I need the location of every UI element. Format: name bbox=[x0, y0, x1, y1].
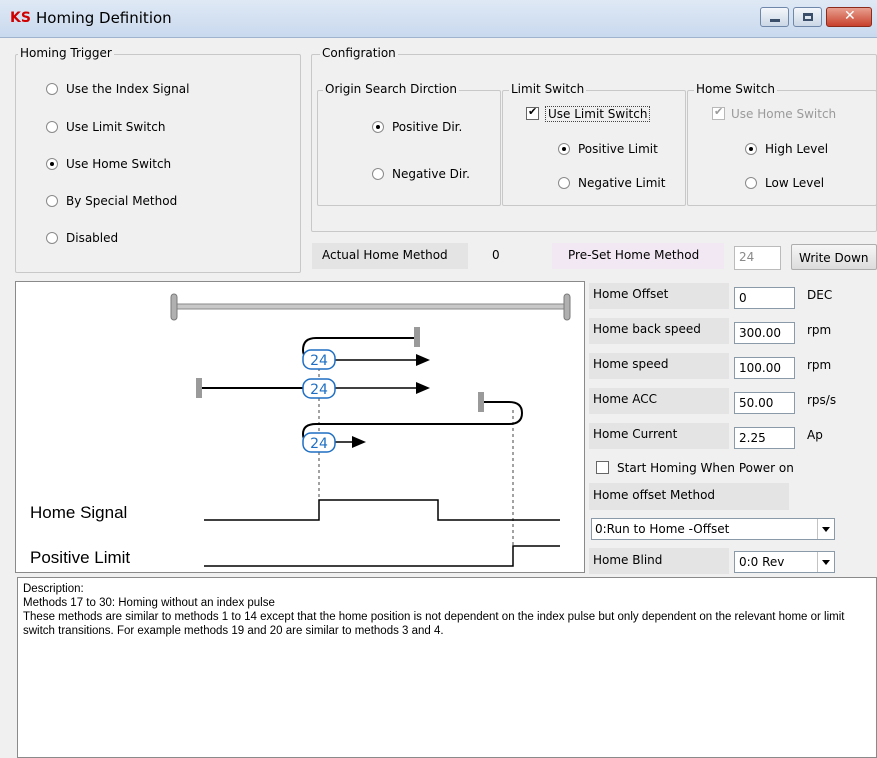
home-speed-input[interactable]: 100.00 bbox=[734, 357, 795, 379]
home-offset-label: Home Offset bbox=[589, 283, 729, 309]
home-back-speed-label: Home back speed bbox=[589, 318, 729, 344]
description-box[interactable]: Description: Methods 17 to 30: Homing wi… bbox=[17, 577, 877, 758]
home-offset-method-label: Home offset Method bbox=[589, 483, 789, 510]
home-blind-select[interactable]: 0:0 Rev bbox=[734, 551, 835, 573]
home-back-speed-unit: rpm bbox=[807, 323, 832, 337]
home-acc-label: Home ACC bbox=[589, 388, 729, 414]
radio-index[interactable] bbox=[46, 83, 58, 95]
home-current-unit: Ap bbox=[807, 428, 823, 442]
home-back-speed-input[interactable]: 300.00 bbox=[734, 322, 795, 344]
homing-diagram-panel: 24 24 24 Home Signal Positive Limit bbox=[15, 281, 585, 573]
actual-home-method-label: Actual Home Method bbox=[312, 243, 468, 269]
home-speed-label: Home speed bbox=[589, 353, 729, 379]
home-offset-input[interactable]: 0 bbox=[734, 287, 795, 309]
path-2-arrow bbox=[416, 382, 430, 394]
high-level-option[interactable]: High Level bbox=[745, 142, 828, 156]
positive-limit-label: Positive Limit bbox=[30, 548, 130, 567]
trigger-option-special[interactable]: By Special Method bbox=[46, 194, 177, 208]
minimize-button[interactable] bbox=[760, 7, 789, 27]
method-badge-1-text: 24 bbox=[310, 353, 328, 369]
path-3-back bbox=[301, 401, 524, 445]
trigger-option-disabled[interactable]: Disabled bbox=[46, 231, 118, 245]
trigger-option-limit-switch[interactable]: Use Limit Switch bbox=[46, 120, 165, 134]
right-end-stop bbox=[563, 293, 571, 321]
radio-low-level[interactable] bbox=[745, 177, 757, 189]
home-offset-method-select[interactable]: 0:Run to Home -Offset bbox=[591, 518, 835, 540]
chevron-down-icon[interactable] bbox=[817, 552, 834, 572]
radio-disabled[interactable] bbox=[46, 232, 58, 244]
home-blind-label: Home Blind bbox=[589, 548, 729, 574]
homing-trigger-label: Homing Trigger bbox=[18, 46, 114, 60]
positive-limit-waveform bbox=[204, 545, 560, 567]
home-switch-label: Home Switch bbox=[694, 82, 777, 96]
home-signal-label: Home Signal bbox=[30, 503, 127, 522]
positive-limit-option[interactable]: Positive Limit bbox=[558, 142, 658, 156]
method-badge-3-text: 24 bbox=[310, 436, 328, 452]
use-home-switch-checkbox bbox=[712, 105, 725, 120]
actual-home-method-value: 0 bbox=[492, 248, 500, 262]
home-acc-unit: rps/s bbox=[807, 393, 837, 407]
description-subtitle: Methods 17 to 30: Homing without an inde… bbox=[23, 597, 275, 609]
trigger-option-index[interactable]: Use the Index Signal bbox=[46, 82, 189, 96]
start-on-power-option[interactable]: Start Homing When Power on bbox=[596, 461, 794, 475]
home-current-input[interactable]: 2.25 bbox=[734, 427, 795, 449]
radio-negative-limit[interactable] bbox=[558, 177, 570, 189]
home-signal-waveform bbox=[204, 499, 560, 521]
path-3-stop bbox=[478, 392, 484, 412]
origin-search-group bbox=[317, 90, 501, 206]
home-speed-unit: rpm bbox=[807, 358, 832, 372]
homing-diagram: 24 24 24 Home Signal Positive Limit bbox=[30, 293, 571, 567]
travel-range-bar bbox=[175, 303, 569, 310]
write-down-button[interactable]: Write Down bbox=[791, 244, 877, 270]
path-1-stop bbox=[414, 327, 420, 347]
path-2-stop bbox=[196, 378, 202, 398]
preset-home-method-label: Pre-Set Home Method bbox=[552, 243, 724, 269]
limit-switch-label: Limit Switch bbox=[509, 82, 587, 96]
negative-dir-option[interactable]: Negative Dir. bbox=[372, 167, 470, 181]
title-bar[interactable]: KS Homing Definition ✕ bbox=[0, 0, 877, 38]
start-on-power-checkbox[interactable] bbox=[596, 461, 609, 474]
configuration-label: Configration bbox=[320, 46, 398, 60]
origin-search-label: Origin Search Dirction bbox=[323, 82, 459, 96]
close-button[interactable]: ✕ bbox=[826, 7, 872, 27]
radio-limit-switch[interactable] bbox=[46, 121, 58, 133]
path-1-arrow bbox=[416, 354, 430, 366]
low-level-option[interactable]: Low Level bbox=[745, 176, 824, 190]
use-limit-switch-checkbox[interactable] bbox=[526, 105, 539, 120]
use-limit-switch-option[interactable]: Use Limit Switch bbox=[526, 105, 651, 122]
description-heading: Description: bbox=[23, 583, 84, 595]
radio-high-level[interactable] bbox=[745, 143, 757, 155]
maximize-button[interactable] bbox=[793, 7, 822, 27]
use-home-switch-option: Use Home Switch bbox=[712, 105, 836, 121]
window-title: Homing Definition bbox=[36, 9, 172, 27]
description-text: These methods are similar to methods 1 t… bbox=[23, 611, 848, 637]
minimize-icon bbox=[770, 19, 780, 22]
maximize-icon bbox=[803, 13, 813, 21]
radio-special[interactable] bbox=[46, 195, 58, 207]
radio-negative-dir[interactable] bbox=[372, 168, 384, 180]
home-current-label: Home Current bbox=[589, 423, 729, 449]
path-3-arrow bbox=[352, 436, 366, 448]
radio-positive-limit[interactable] bbox=[558, 143, 570, 155]
home-acc-input[interactable]: 50.00 bbox=[734, 392, 795, 414]
radio-positive-dir[interactable] bbox=[372, 121, 384, 133]
home-offset-unit: DEC bbox=[807, 288, 833, 302]
radio-home-switch[interactable] bbox=[46, 158, 58, 170]
left-end-stop bbox=[170, 293, 178, 321]
negative-limit-option[interactable]: Negative Limit bbox=[558, 176, 665, 190]
method-badge-2-text: 24 bbox=[310, 382, 328, 398]
positive-dir-option[interactable]: Positive Dir. bbox=[372, 120, 462, 134]
trigger-option-home-switch[interactable]: Use Home Switch bbox=[46, 157, 171, 171]
close-icon: ✕ bbox=[844, 8, 856, 24]
chevron-down-icon[interactable] bbox=[817, 519, 834, 539]
app-logo-icon: KS bbox=[10, 10, 31, 26]
preset-home-method-input[interactable]: 24 bbox=[734, 246, 781, 270]
